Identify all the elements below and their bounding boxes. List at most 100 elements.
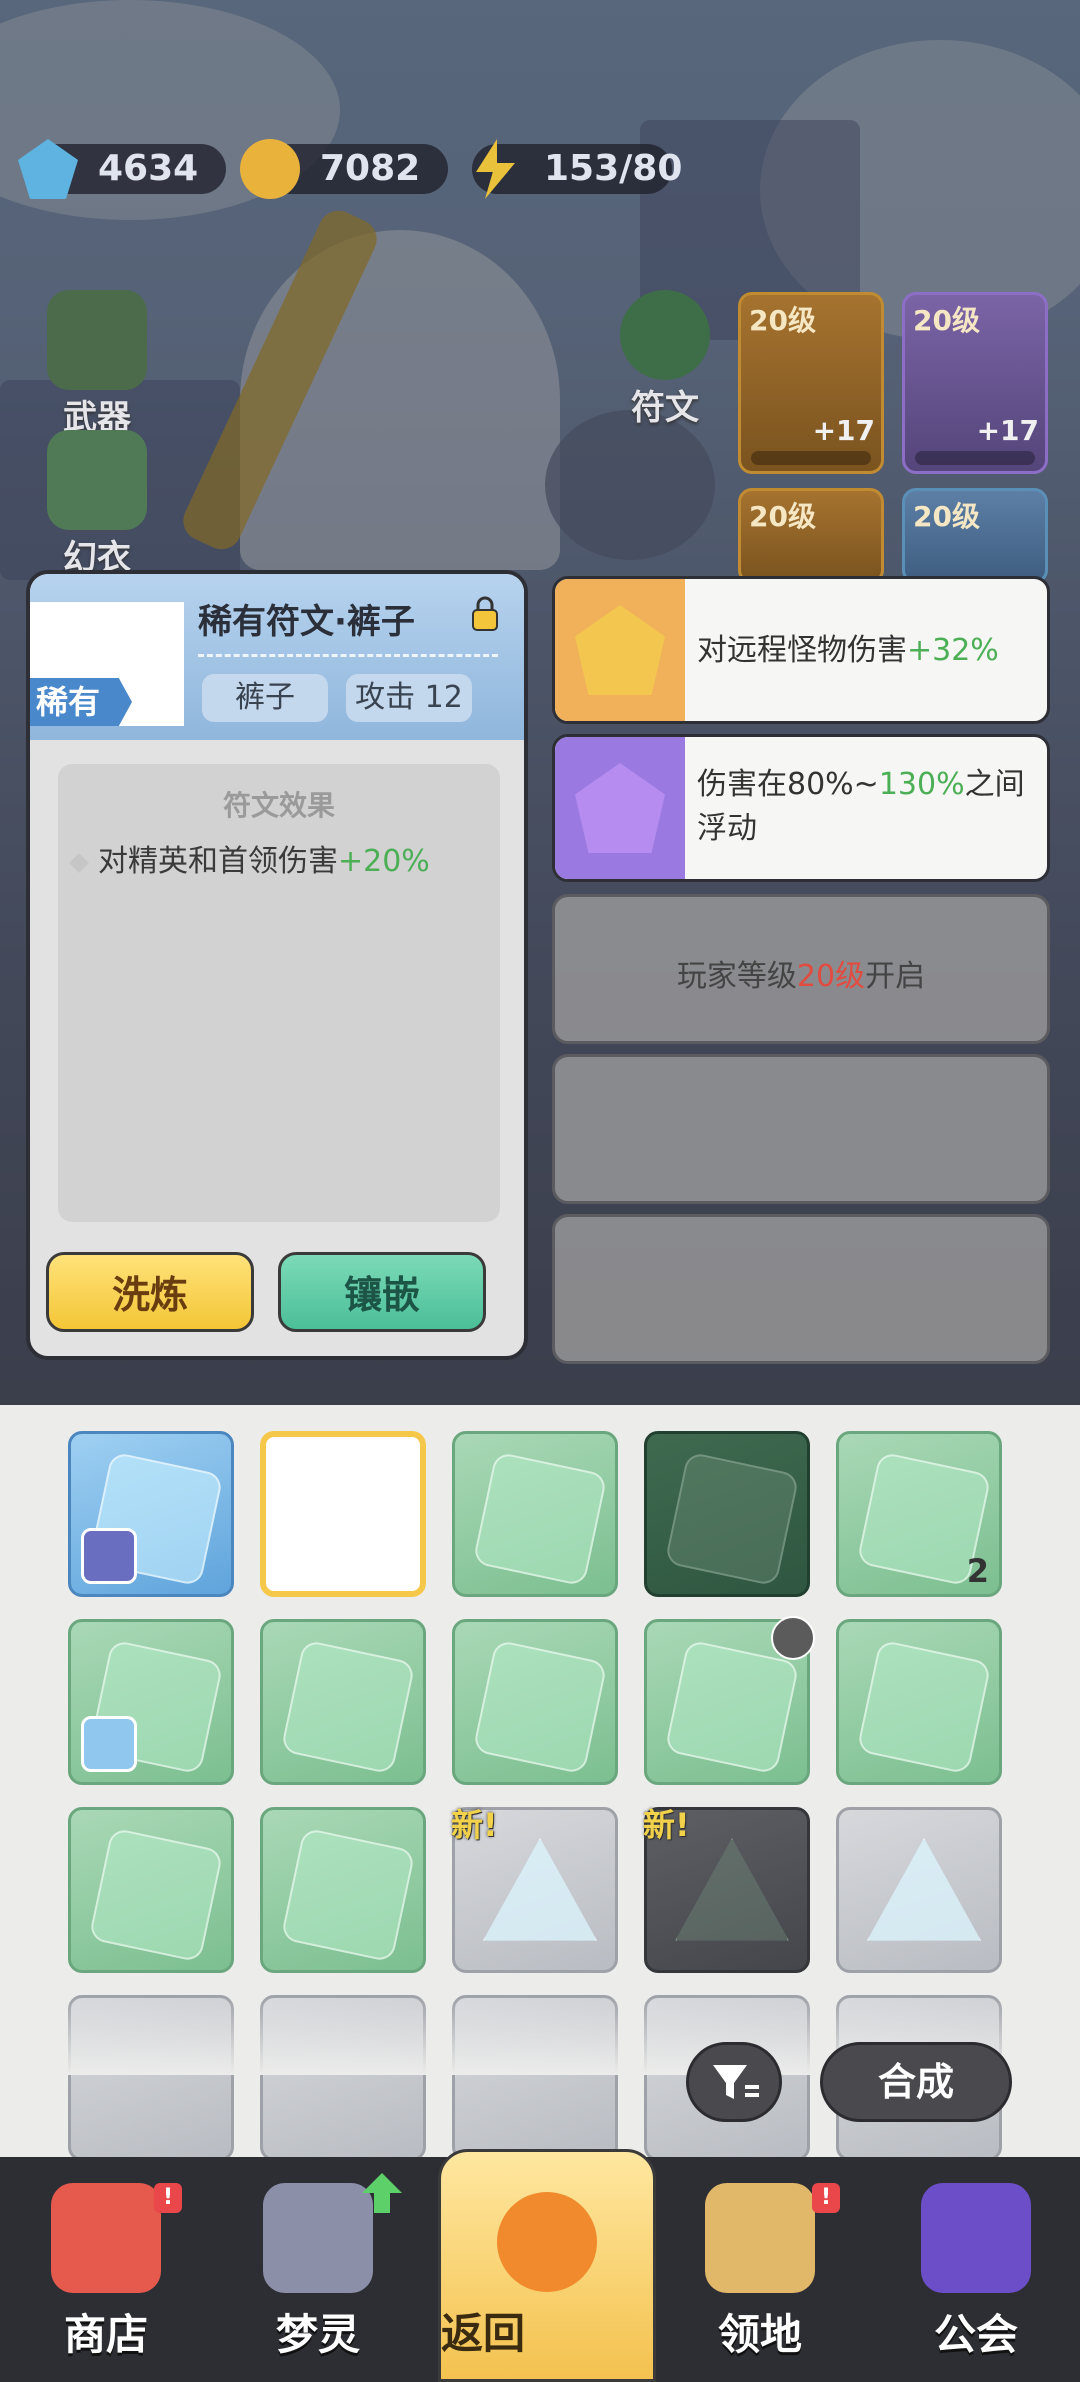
inlay-button[interactable]: 镶嵌 [278, 1252, 486, 1332]
inventory-slot[interactable] [644, 1616, 815, 1785]
guild-icon [921, 2183, 1031, 2293]
equipment-slot-helmet[interactable]: 20级 +17 [738, 292, 884, 474]
gem-counter[interactable]: 4634 [18, 139, 226, 199]
weapon-button[interactable]: 武器 [42, 290, 152, 439]
gold-count: 7082 [320, 148, 421, 189]
star-rating [915, 451, 1035, 465]
rune-button[interactable]: 符文 [610, 290, 720, 429]
inventory-slot[interactable] [68, 1619, 234, 1785]
rune-panel-header: 稀有 稀有符文·裤子 裤子 攻击 12 [30, 574, 524, 740]
bullet-icon [69, 852, 89, 873]
rune-gem-icon [472, 1451, 608, 1587]
rune-effect-box: 符文效果 对精英和首领伤害+20% [58, 764, 500, 1222]
merge-button[interactable]: 合成 [820, 2042, 1012, 2122]
rune-effect-card: 伤害在80%~130%之间浮动 [552, 734, 1050, 882]
header-divider [198, 654, 498, 657]
empty-effect-card [552, 1214, 1050, 1364]
inventory-slot[interactable] [836, 1807, 1002, 1973]
inventory-slot[interactable] [452, 1431, 618, 1597]
card-value: +32% [907, 633, 999, 668]
costume-button[interactable]: 幻衣 [42, 430, 152, 579]
inventory-slot[interactable] [68, 1431, 234, 1597]
gold-coin-icon [240, 139, 300, 199]
stack-count: 2 [966, 1552, 989, 1590]
equipment-slot-armor[interactable]: 20级 +17 [902, 292, 1048, 474]
alert-badge: ! [154, 2183, 182, 2213]
rune-icon [620, 290, 710, 380]
filter-button[interactable] [686, 2042, 782, 2122]
inventory-slot[interactable] [68, 1807, 234, 1973]
nav-guild[interactable]: 公会 [876, 2177, 1076, 2377]
inventory-slot[interactable]: 新! [643, 1806, 810, 1973]
weapon-icon [47, 290, 147, 390]
nav-guild-label: 公会 [933, 2310, 1018, 2359]
rune-info-panel: 稀有 稀有符文·裤子 裤子 攻击 12 符文效果 对精英和首领伤害+20% 洗炼… [26, 570, 528, 1360]
nav-back[interactable]: 返回 [438, 2149, 656, 2382]
rune-gem-icon [867, 1838, 981, 1941]
inventory-slot[interactable] [836, 1619, 1002, 1785]
empty-effect-card [552, 1054, 1050, 1204]
gold-counter[interactable]: 7082 [240, 139, 448, 199]
shirt-icon [47, 430, 147, 530]
equipment-slot-boots[interactable]: 20级 [902, 488, 1048, 584]
rune-label: 符文 [631, 388, 699, 428]
inventory-slot[interactable] [260, 1807, 426, 1973]
rune-gem-icon [856, 1639, 992, 1775]
star-rating [751, 451, 871, 465]
rune-gem-icon [88, 1827, 224, 1963]
equipment-level: 20级 [913, 500, 980, 533]
new-tag: 新! [643, 1806, 690, 1844]
effect-title: 符文效果 [222, 789, 335, 822]
nav-shop-label: 商店 [63, 2310, 148, 2359]
rune-effect-card: 对远程怪物伤害+32% [552, 576, 1050, 724]
robot-icon [263, 2183, 373, 2293]
refine-button[interactable]: 洗炼 [46, 1252, 254, 1332]
equipment-level: 20级 [913, 304, 980, 337]
attack-stat-chip: 攻击 12 [346, 674, 472, 722]
equipment-level: 20级 [749, 500, 816, 533]
gem-count: 4634 [98, 148, 199, 189]
nav-shop[interactable]: 商店 ! [6, 2177, 206, 2377]
lock-icon[interactable] [470, 596, 500, 632]
nav-spirit[interactable]: 梦灵 [218, 2173, 418, 2377]
slot-type-chip: 裤子 [202, 674, 328, 722]
inventory-slot[interactable] [452, 1619, 618, 1785]
inventory-slot[interactable]: 2 [836, 1431, 1002, 1597]
card-text: 伤害在80%~ [697, 767, 879, 802]
rune-gem-icon [483, 1838, 597, 1941]
rune-gem-icon [664, 1639, 800, 1775]
equipment-plus: +17 [976, 414, 1039, 447]
card-text: 开启 [865, 959, 926, 994]
door-icon [705, 2183, 815, 2293]
effect-line: 对精英和首领伤害+20% [69, 836, 430, 880]
equipment-plus: +17 [812, 414, 875, 447]
card-value: 130% [878, 767, 965, 802]
effect-text: 对精英和首领伤害 [98, 844, 338, 879]
rune-inventory: 2 新! 新! 合成 [0, 1405, 1080, 2157]
inventory-slot-selected[interactable] [260, 1431, 426, 1597]
filter-icon [713, 2065, 759, 2099]
energy-counter[interactable]: 153/80 [472, 139, 682, 199]
rune-gem-icon [280, 1827, 416, 1963]
card-text: 玩家等级 [676, 959, 797, 994]
rune-gem-icon [675, 1838, 789, 1941]
effect-value: +20% [338, 844, 430, 879]
alert-badge: ! [812, 2183, 840, 2213]
locked-effect-card: 玩家等级20级开启 [552, 894, 1050, 1044]
shop-icon [51, 2183, 161, 2293]
rune-name: 稀有符文·裤子 [198, 602, 415, 642]
inventory-slot[interactable] [260, 1619, 426, 1785]
rune-gem-icon [664, 1451, 800, 1587]
nav-territory[interactable]: 领地 ! [660, 2177, 860, 2377]
equipment-level: 20级 [749, 304, 816, 337]
equipped-character-badge [81, 1528, 137, 1584]
lock-icon [771, 1616, 815, 1660]
inventory-slot[interactable] [644, 1431, 810, 1597]
rune-gem-icon [280, 1639, 416, 1775]
nav-spirit-label: 梦灵 [275, 2310, 360, 2359]
inventory-slot[interactable]: 新! [451, 1806, 618, 1973]
energy-count: 153/80 [544, 148, 683, 189]
nav-back-label: 返回 [441, 2309, 526, 2358]
equipment-slot-gloves[interactable]: 20级 [738, 488, 884, 584]
nav-territory-label: 领地 [717, 2310, 802, 2359]
